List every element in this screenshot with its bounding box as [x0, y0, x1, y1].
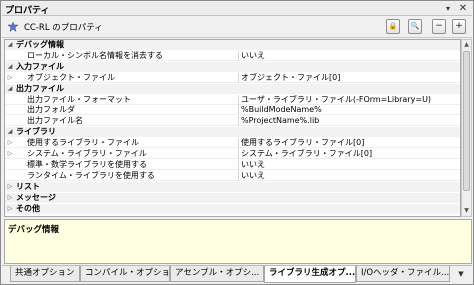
expand-arrow-icon[interactable]: ▷: [6, 73, 14, 83]
row-gutter: [6, 95, 14, 105]
property-name: 標準・数学ライブラリを使用する: [27, 159, 147, 169]
property-value[interactable]: いいえ: [238, 170, 460, 181]
tab-0[interactable]: 共通オプション: [10, 266, 80, 282]
property-value[interactable]: %ProjectName%.lib: [238, 116, 460, 127]
properties-window: プロパティ ▾ ✕ CC-RL のプロパティ 🔒 🔍 − + ◢ デバッグ情報 ロー…: [0, 0, 474, 285]
close-icon[interactable]: ✕: [457, 3, 469, 15]
property-value[interactable]: 使用するライブラリ・ファイル[0]: [238, 138, 460, 149]
lock-button[interactable]: 🔒: [386, 19, 400, 34]
collapse-arrow-icon[interactable]: ◢: [6, 84, 14, 94]
search-icon: 🔍: [410, 22, 420, 30]
tab-1[interactable]: コンパイル・オプション: [80, 266, 170, 282]
tab-scroll-icon[interactable]: ▼: [452, 268, 470, 280]
scroll-up-icon[interactable]: ▲: [462, 40, 471, 50]
category-label: デバッグ情報: [16, 40, 64, 49]
search-button[interactable]: 🔍: [408, 19, 422, 34]
row-gutter: [6, 160, 14, 170]
toolbar-title: CC-RL のプロパティ: [24, 23, 103, 33]
property-grid: ◢ デバッグ情報 ローカル・シンボル名情報を消去する いいえ ◢ 入力ファイル ▷ オブジェク…: [4, 39, 461, 217]
category-label: その他: [16, 203, 40, 213]
property-name: 使用するライブラリ・ファイル: [27, 138, 139, 148]
expand-arrow-icon[interactable]: ▷: [6, 182, 14, 192]
category-row[interactable]: ◢ デバッグ情報: [5, 40, 460, 50]
expand-arrow-icon[interactable]: ▷: [6, 193, 14, 203]
compiler-icon: [7, 21, 19, 33]
collapse-arrow-icon[interactable]: ◢: [6, 127, 14, 137]
property-row[interactable]: ランタイム・ライブラリを使用する いいえ: [5, 170, 460, 181]
description-panel: デバッグ情報: [4, 219, 472, 264]
category-label: 出力ファイル: [16, 83, 64, 93]
pin-icon[interactable]: ▾: [443, 4, 453, 14]
scroll-down-icon[interactable]: ▼: [462, 206, 471, 216]
property-name: 出力ファイル名: [27, 116, 83, 126]
category-label: 入力ファイル: [16, 61, 64, 71]
row-gutter: [6, 105, 14, 115]
property-value[interactable]: %BuildModeName%: [238, 105, 460, 116]
expand-all-button[interactable]: +: [452, 19, 466, 34]
description-title: デバッグ情報: [8, 225, 60, 235]
property-value[interactable]: いいえ: [238, 159, 460, 170]
tab-bar: I/Oヘッダ・ファイル... ライブラリ生成オプ... アセンブル・オプシ... コン…: [2, 265, 472, 283]
expand-arrow-icon[interactable]: ▷: [6, 138, 14, 148]
row-gutter: [6, 51, 14, 61]
title-bar: プロパティ ▾ ✕: [2, 2, 472, 16]
category-row[interactable]: ◢ 出力ファイル: [5, 83, 460, 94]
property-row[interactable]: ▷ システム・ライブラリ・ファイル システム・ライブラリ・ファイル[0]: [5, 149, 460, 159]
property-name: 出力ファイル・フォーマット: [27, 94, 131, 104]
row-gutter: [6, 171, 14, 181]
property-row[interactable]: ローカル・シンボル名情報を消去する いいえ: [5, 50, 460, 61]
category-row[interactable]: ◢ 入力ファイル: [5, 61, 460, 72]
minus-icon: −: [435, 21, 443, 31]
tab-3[interactable]: ライブラリ生成オプ...: [264, 266, 356, 283]
property-row[interactable]: 出力ファイル名 %ProjectName%.lib: [5, 116, 460, 127]
category-row[interactable]: ▷ メッセージ: [5, 192, 460, 203]
category-label: ライブラリ: [16, 127, 56, 137]
property-row[interactable]: ▷ 使用するライブラリ・ファイル 使用するライブラリ・ファイル[0]: [5, 138, 460, 149]
category-row[interactable]: ▷ その他: [5, 203, 460, 214]
property-row[interactable]: 出力ファイル・フォーマット ユーザ・ライブラリ・ファイル(-FOrm=Librar…: [5, 94, 460, 105]
category-row[interactable]: ▷ リスト: [5, 181, 460, 192]
property-name: 出力フォルダ: [27, 105, 75, 115]
property-name: システム・ライブラリ・ファイル: [27, 149, 147, 158]
toolbar: CC-RL のプロパティ 🔒 🔍 − +: [2, 16, 472, 38]
property-value[interactable]: オブジェクト・ファイル[0]: [238, 72, 460, 83]
property-value[interactable]: いいえ: [238, 50, 460, 61]
collapse-arrow-icon[interactable]: ◢: [6, 62, 14, 72]
plus-icon: +: [455, 21, 463, 31]
property-row[interactable]: 標準・数学ライブラリを使用する いいえ: [5, 159, 460, 170]
tab-2[interactable]: アセンブル・オプシ...: [170, 266, 264, 282]
collapse-all-button[interactable]: −: [432, 19, 446, 34]
expand-arrow-icon[interactable]: ▷: [6, 204, 14, 214]
row-gutter: [6, 116, 14, 126]
property-name: ローカル・シンボル名情報を消去する: [27, 50, 163, 60]
property-row[interactable]: 出力フォルダ %BuildModeName%: [5, 105, 460, 116]
property-value[interactable]: ユーザ・ライブラリ・ファイル(-FOrm=Library=U): [238, 94, 460, 105]
category-label: リスト: [16, 181, 40, 191]
vertical-scrollbar[interactable]: ▲ ▼: [461, 39, 472, 217]
property-name: オブジェクト・ファイル: [27, 72, 115, 82]
category-row[interactable]: ◢ ライブラリ: [5, 127, 460, 138]
window-title: プロパティ: [5, 6, 50, 16]
lock-icon: 🔒: [388, 22, 398, 30]
property-row[interactable]: ▷ オブジェクト・ファイル オブジェクト・ファイル[0]: [5, 72, 460, 83]
collapse-arrow-icon[interactable]: ◢: [6, 40, 14, 50]
category-label: メッセージ: [16, 192, 56, 202]
property-name: ランタイム・ライブラリを使用する: [27, 170, 155, 180]
property-value[interactable]: システム・ライブラリ・ファイル[0]: [238, 149, 460, 159]
scroll-thumb[interactable]: [463, 51, 470, 191]
tab-4[interactable]: I/Oヘッダ・ファイル...: [356, 266, 450, 282]
expand-arrow-icon[interactable]: ▷: [6, 149, 14, 159]
